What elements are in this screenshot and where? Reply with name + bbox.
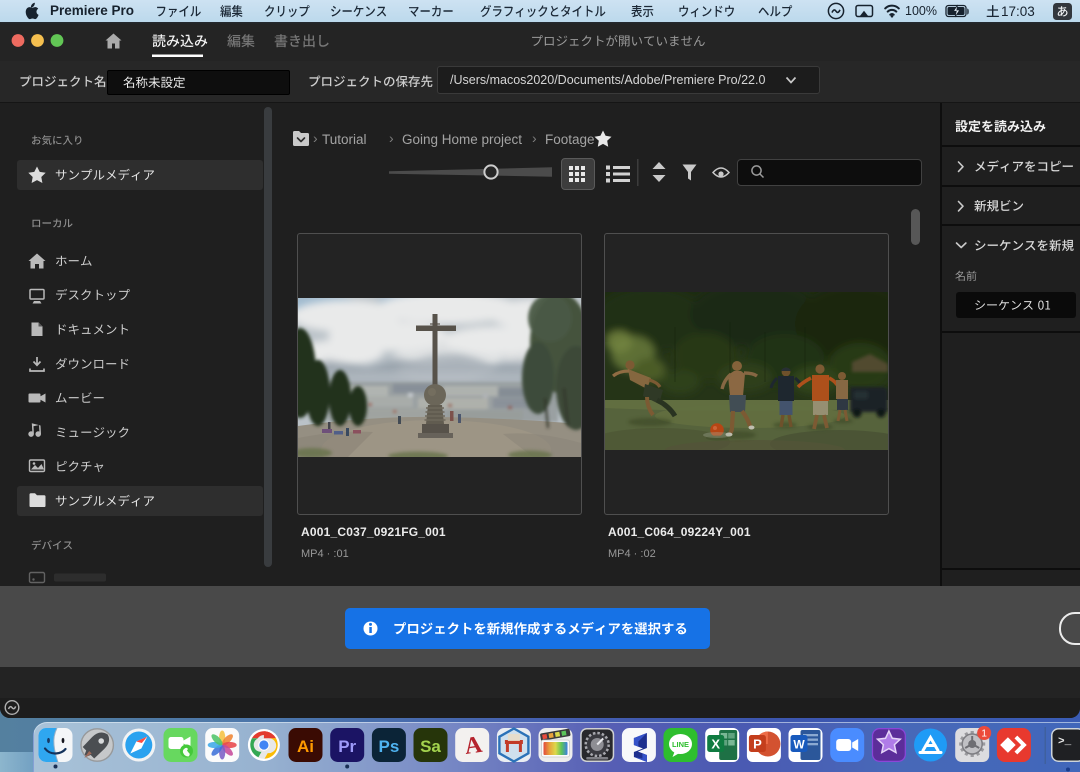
svg-text:>_: >_ — [1058, 736, 1072, 748]
svg-text:Sa: Sa — [420, 737, 441, 756]
svg-text:W: W — [793, 738, 805, 752]
svg-text:LINE: LINE — [672, 740, 689, 749]
svg-text:P: P — [753, 737, 762, 752]
svg-text:Pr: Pr — [338, 737, 356, 756]
svg-text:Ps: Ps — [379, 737, 400, 756]
svg-text:1: 1 — [981, 729, 987, 740]
svg-text:Ai: Ai — [297, 737, 314, 756]
svg-text:X: X — [711, 737, 720, 752]
